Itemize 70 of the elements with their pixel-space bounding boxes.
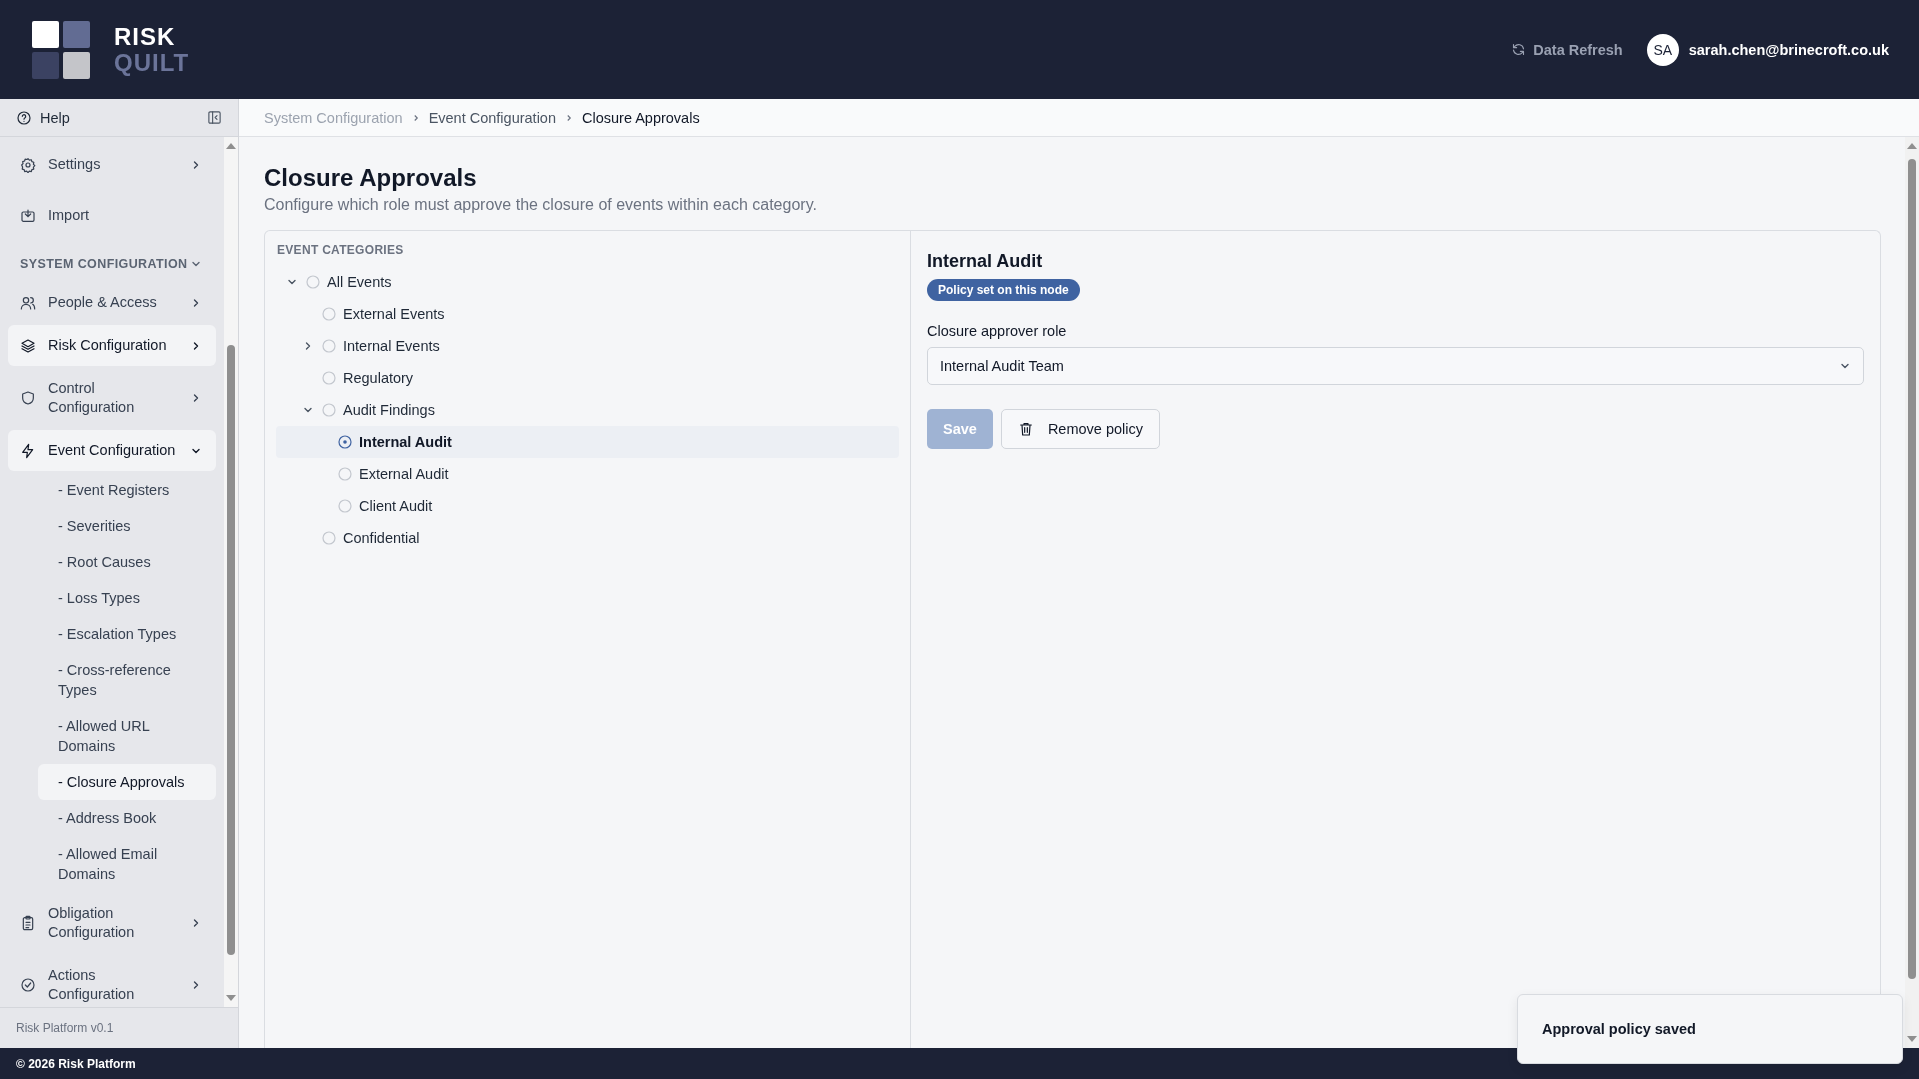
check-circle-icon (20, 977, 36, 993)
sub-nav-item[interactable]: - Severities (38, 508, 216, 544)
data-refresh-button[interactable]: Data Refresh (1511, 41, 1623, 58)
nav-item[interactable]: Obligation Configuration (8, 893, 216, 953)
sub-nav-item[interactable]: - Cross-reference Types (38, 652, 216, 708)
sub-nav-item[interactable]: - Allowed Email Domains (38, 836, 216, 892)
scrollbar[interactable] (1905, 137, 1919, 1048)
radio-button[interactable] (322, 339, 336, 353)
help-link[interactable]: Help (16, 109, 70, 126)
logo-squares-icon (32, 20, 90, 79)
copyright-text: © 2026 Risk Platform (16, 1056, 136, 1071)
lightning-icon (20, 442, 36, 459)
radio-button[interactable] (322, 531, 336, 545)
role-select[interactable]: Internal Audit Team (927, 347, 1864, 385)
sub-nav-item[interactable]: - Loss Types (38, 580, 216, 616)
tree-row[interactable]: External Audit (276, 458, 899, 490)
radio-button[interactable] (322, 307, 336, 321)
shield-icon (20, 390, 36, 406)
page-title: Closure Approvals (264, 163, 478, 193)
nav-item[interactable]: Risk Configuration (8, 325, 216, 366)
sub-nav-item[interactable]: - Closure Approvals (38, 764, 216, 800)
toast-message: Approval policy saved (1542, 1021, 1696, 1037)
tree-row[interactable]: External Events (276, 298, 899, 330)
nav-item[interactable]: People & Access (8, 282, 216, 323)
help-icon (16, 109, 32, 126)
tree-row[interactable]: Internal Audit (276, 426, 899, 458)
radio-button[interactable] (322, 371, 336, 385)
breadcrumb-link[interactable]: Closure Approvals (582, 109, 700, 126)
tree-row[interactable]: Audit Findings (276, 394, 899, 426)
collapse-sidebar-icon[interactable] (207, 110, 222, 125)
tree-row[interactable]: Client Audit (276, 490, 899, 522)
sub-nav-item[interactable]: - Escalation Types (38, 616, 216, 652)
nav-item[interactable]: Actions Configuration (8, 955, 216, 1007)
radio-button[interactable] (338, 435, 352, 449)
radio-button[interactable] (338, 499, 352, 513)
sub-nav-item[interactable]: - Event Registers (38, 472, 216, 508)
scrollbar[interactable] (224, 137, 238, 1007)
trash-icon (1017, 421, 1034, 437)
detail-title: Internal Audit (927, 250, 1043, 273)
page-subtitle: Configure which role must approve the closure of events within each category. (264, 196, 818, 214)
radio-button[interactable] (338, 467, 352, 481)
tree-heading: EVENT CATEGORIES (276, 243, 405, 257)
import-icon (20, 207, 36, 224)
sub-nav-item[interactable]: - Root Causes (38, 544, 216, 580)
nav-item[interactable]: Control Configuration (8, 368, 216, 428)
remove-policy-button[interactable]: Remove policy (1000, 409, 1160, 449)
field-label: Closure approver role (927, 323, 1067, 339)
settings-icon (20, 156, 36, 173)
users-icon (20, 294, 36, 311)
clipboard-icon (20, 915, 36, 931)
sub-nav-item[interactable]: - Allowed URL Domains (38, 708, 216, 764)
tree-row[interactable]: Regulatory (276, 362, 899, 394)
refresh-icon (1511, 42, 1527, 57)
user-avatar[interactable]: SA (1646, 33, 1679, 66)
logo-text: QUILT (114, 49, 190, 76)
tree-row[interactable]: Internal Events (276, 330, 899, 362)
tree-row[interactable]: Confidential (276, 522, 899, 554)
tree-row[interactable]: All Events (276, 266, 899, 298)
nav-item[interactable]: Event Configuration (8, 430, 216, 471)
breadcrumb-link[interactable]: Event Configuration (428, 109, 556, 126)
section-header[interactable]: SYSTEM CONFIGURATION (8, 245, 216, 281)
nav-item[interactable]: Import (8, 195, 216, 236)
user-email[interactable]: sarah.chen@brinecroft.co.uk (1688, 41, 1889, 58)
logo-text: RISK (114, 23, 177, 50)
sub-nav-item[interactable]: - Address Book (38, 800, 216, 836)
radio-button[interactable] (306, 275, 320, 289)
policy-badge: Policy set on this node (927, 279, 1080, 301)
nav-item[interactable]: Settings (8, 144, 216, 185)
layers-icon (20, 337, 36, 354)
radio-button[interactable] (322, 403, 336, 417)
